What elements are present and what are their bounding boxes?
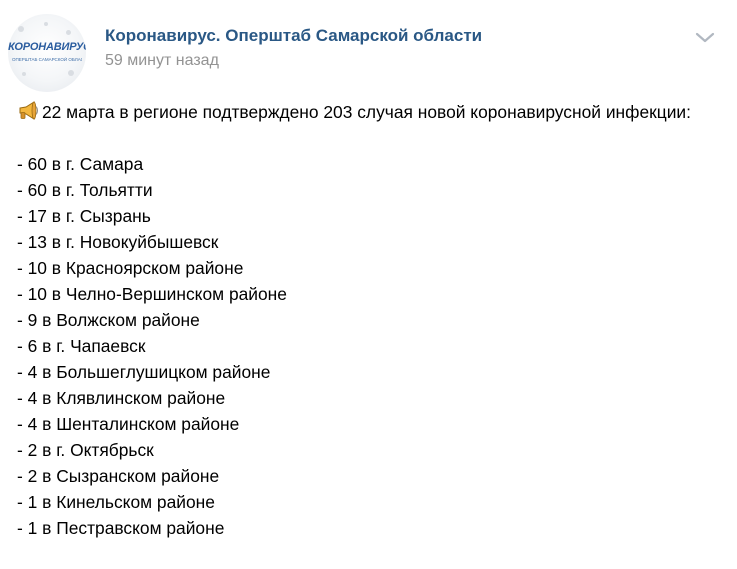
list-item: - 9 в Волжском районе xyxy=(17,310,200,330)
megaphone-icon xyxy=(17,101,39,121)
list-item: - 6 в г. Чапаевск xyxy=(17,336,146,356)
case-list: - 60 в г. Самара - 60 в г. Тольятти - 17… xyxy=(17,151,717,541)
post-header: КОРОНАВИРУС ОПЕРШТАБ САМАРСКОЙ ОБЛАСТИ К… xyxy=(0,0,737,96)
avatar-decor-dot xyxy=(44,22,48,26)
list-item: - 60 в г. Тольятти xyxy=(17,180,153,200)
list-item: - 4 в Шенталинском районе xyxy=(17,414,240,434)
avatar-decor-dot xyxy=(18,26,24,32)
list-item: - 2 в г. Октябрьск xyxy=(17,440,154,460)
community-avatar[interactable]: КОРОНАВИРУС ОПЕРШТАБ САМАРСКОЙ ОБЛАСТИ xyxy=(8,14,86,92)
list-item: - 2 в Сызранском районе xyxy=(17,466,220,486)
list-item: - 10 в Красноярском районе xyxy=(17,258,244,278)
list-item: - 17 в г. Сызрань xyxy=(17,206,151,226)
post-text: 22 марта в регионе подтверждено 203 случ… xyxy=(17,99,717,541)
wall-post: КОРОНАВИРУС ОПЕРШТАБ САМАРСКОЙ ОБЛАСТИ К… xyxy=(0,0,737,569)
list-item: - 4 в Клявлинском районе xyxy=(17,388,226,408)
post-menu-button[interactable] xyxy=(694,28,716,48)
intro-text: 22 марта в регионе подтверждено 203 случ… xyxy=(42,102,691,122)
list-item: - 13 в г. Новокуйбышевск xyxy=(17,232,219,252)
post-timestamp[interactable]: 59 минут назад xyxy=(105,52,219,70)
list-item: - 1 в Пестравском районе xyxy=(17,518,225,538)
list-item: - 1 в Кинельском районе xyxy=(17,492,215,512)
avatar-decor-dot xyxy=(68,70,74,76)
post-intro: 22 марта в регионе подтверждено 203 случ… xyxy=(17,99,717,125)
list-item: - 4 в Большеглушицком районе xyxy=(17,362,271,382)
community-name-link[interactable]: Коронавирус. Оперштаб Самарской области xyxy=(105,26,482,46)
avatar-decor-dot xyxy=(22,72,26,76)
avatar-subtitle: ОПЕРШТАБ САМАРСКОЙ ОБЛАСТИ xyxy=(12,57,82,62)
avatar-wordmark: КОРОНАВИРУС xyxy=(8,41,86,53)
chevron-down-icon xyxy=(695,32,715,43)
avatar-decor-dot xyxy=(66,30,71,35)
list-item: - 60 в г. Самара xyxy=(17,154,144,174)
list-item: - 10 в Челно-Вершинском районе xyxy=(17,284,287,304)
